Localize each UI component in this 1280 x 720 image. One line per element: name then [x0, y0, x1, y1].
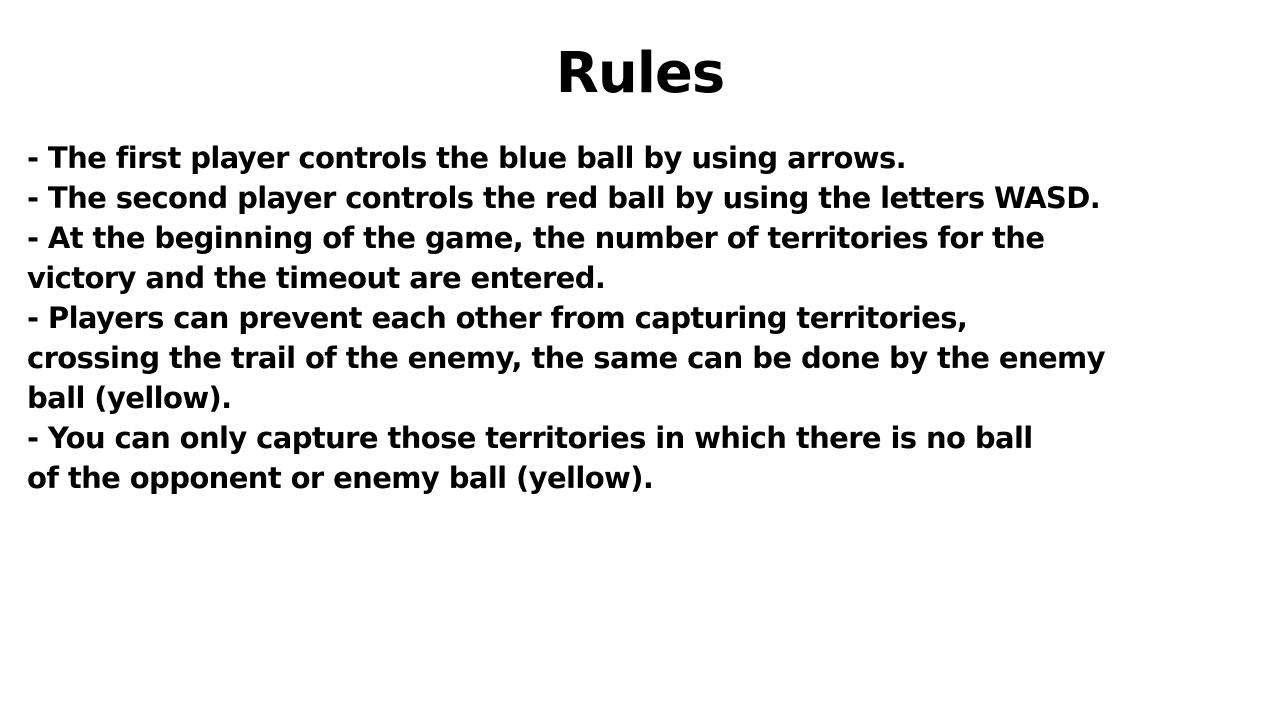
rule-line: ball (yellow).: [27, 381, 232, 415]
rule-line: - The first player controls the blue bal…: [27, 141, 907, 175]
rule-line: victory and the timeout are entered.: [27, 261, 606, 295]
rules-text: - The first player controls the blue bal…: [27, 138, 1267, 498]
rule-line: of the opponent or enemy ball (yellow).: [27, 461, 654, 495]
rule-line: - At the beginning of the game, the numb…: [27, 221, 1045, 255]
rule-line: - You can only capture those territories…: [27, 421, 1033, 455]
rules-screen: Rules - The first player controls the bl…: [0, 0, 1280, 720]
page-title: Rules: [555, 41, 726, 106]
rule-line: crossing the trail of the enemy, the sam…: [27, 341, 1106, 375]
rule-line: - The second player controls the red bal…: [27, 181, 1101, 215]
rule-line: - Players can prevent each other from ca…: [27, 301, 968, 335]
